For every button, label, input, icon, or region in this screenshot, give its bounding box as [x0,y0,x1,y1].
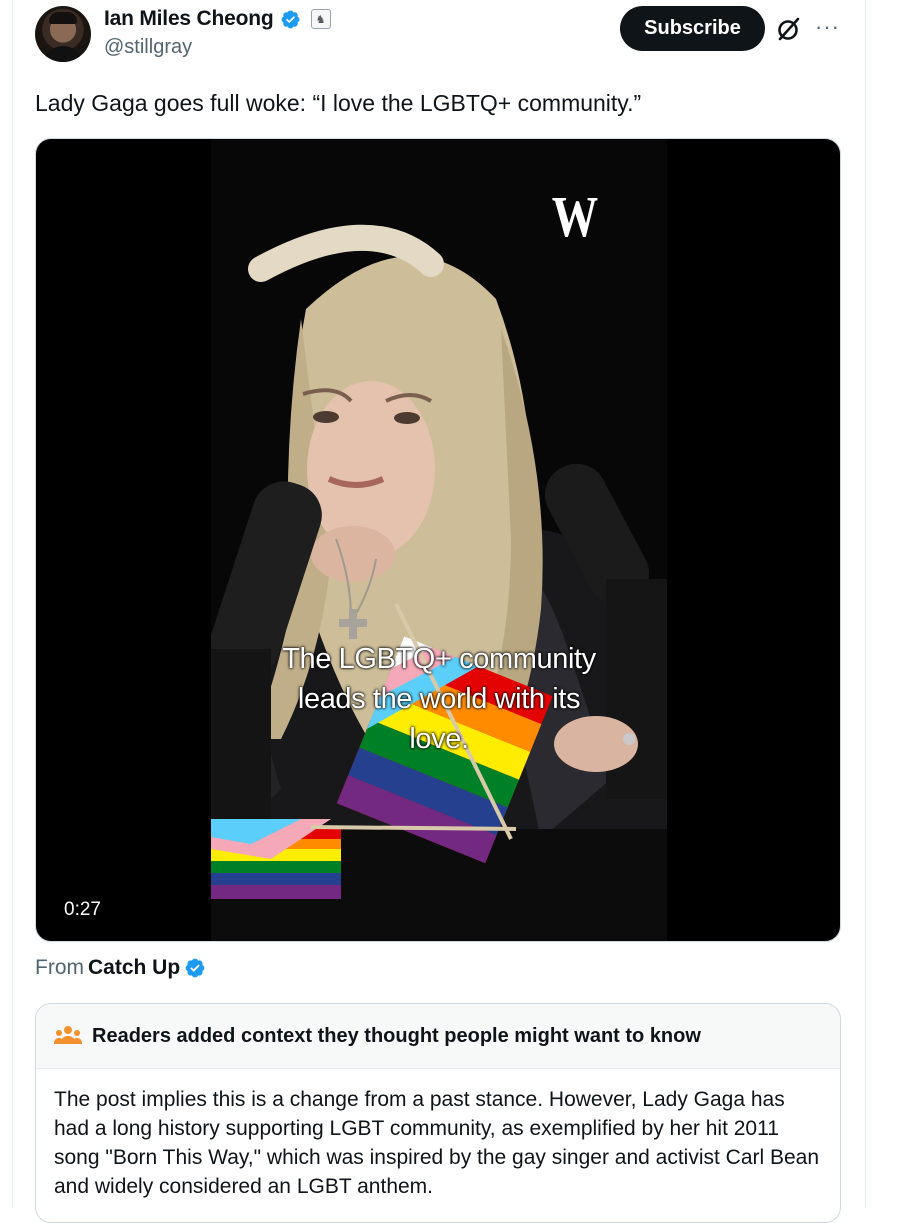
avatar-shirt [43,46,83,62]
video-player[interactable]: W The LGBTQ+ community leads the world w… [35,138,841,942]
people-icon [54,1026,82,1044]
subscribe-button[interactable]: Subscribe [620,6,765,51]
grok-icon[interactable] [776,16,802,42]
video-duration: 0:27 [52,896,113,924]
community-note-header[interactable]: Readers added context they thought peopl… [36,1004,840,1069]
avatar[interactable] [35,6,91,62]
source-attribution[interactable]: From Catch Up [35,956,206,980]
author-name-row[interactable]: Ian Miles Cheong ♞ [104,7,331,31]
community-note-heading: Readers added context they thought peopl… [92,1024,701,1047]
caption-line: love. [409,723,469,755]
source-channel[interactable]: Catch Up [88,956,180,980]
caption-line: leads the world with its [297,683,581,715]
author-name[interactable]: Ian Miles Cheong [104,7,274,31]
video-frame[interactable]: W The LGBTQ+ community leads the world w… [211,139,667,941]
video-caption: The LGBTQ+ community leads the world wit… [211,639,667,759]
community-note: Readers added context they thought peopl… [35,1003,841,1223]
avatar-hair [49,12,77,24]
post-text: Lady Gaga goes full woke: “I love the LG… [35,90,642,116]
more-options-icon[interactable]: ··· [815,14,840,40]
community-note-text: The post implies this is a change from a… [54,1088,820,1198]
author-handle[interactable]: @stillgray [104,36,192,59]
video-thumbnail [211,139,667,941]
affiliate-badge-icon[interactable]: ♞ [310,9,331,29]
community-note-body: The post implies this is a change from a… [36,1069,840,1201]
from-label: From [35,956,84,979]
caption-line: The LGBTQ+ community [282,643,596,675]
verified-badge-icon [185,958,205,978]
w-magazine-logo: W [551,184,599,249]
verified-badge-icon [281,10,299,28]
